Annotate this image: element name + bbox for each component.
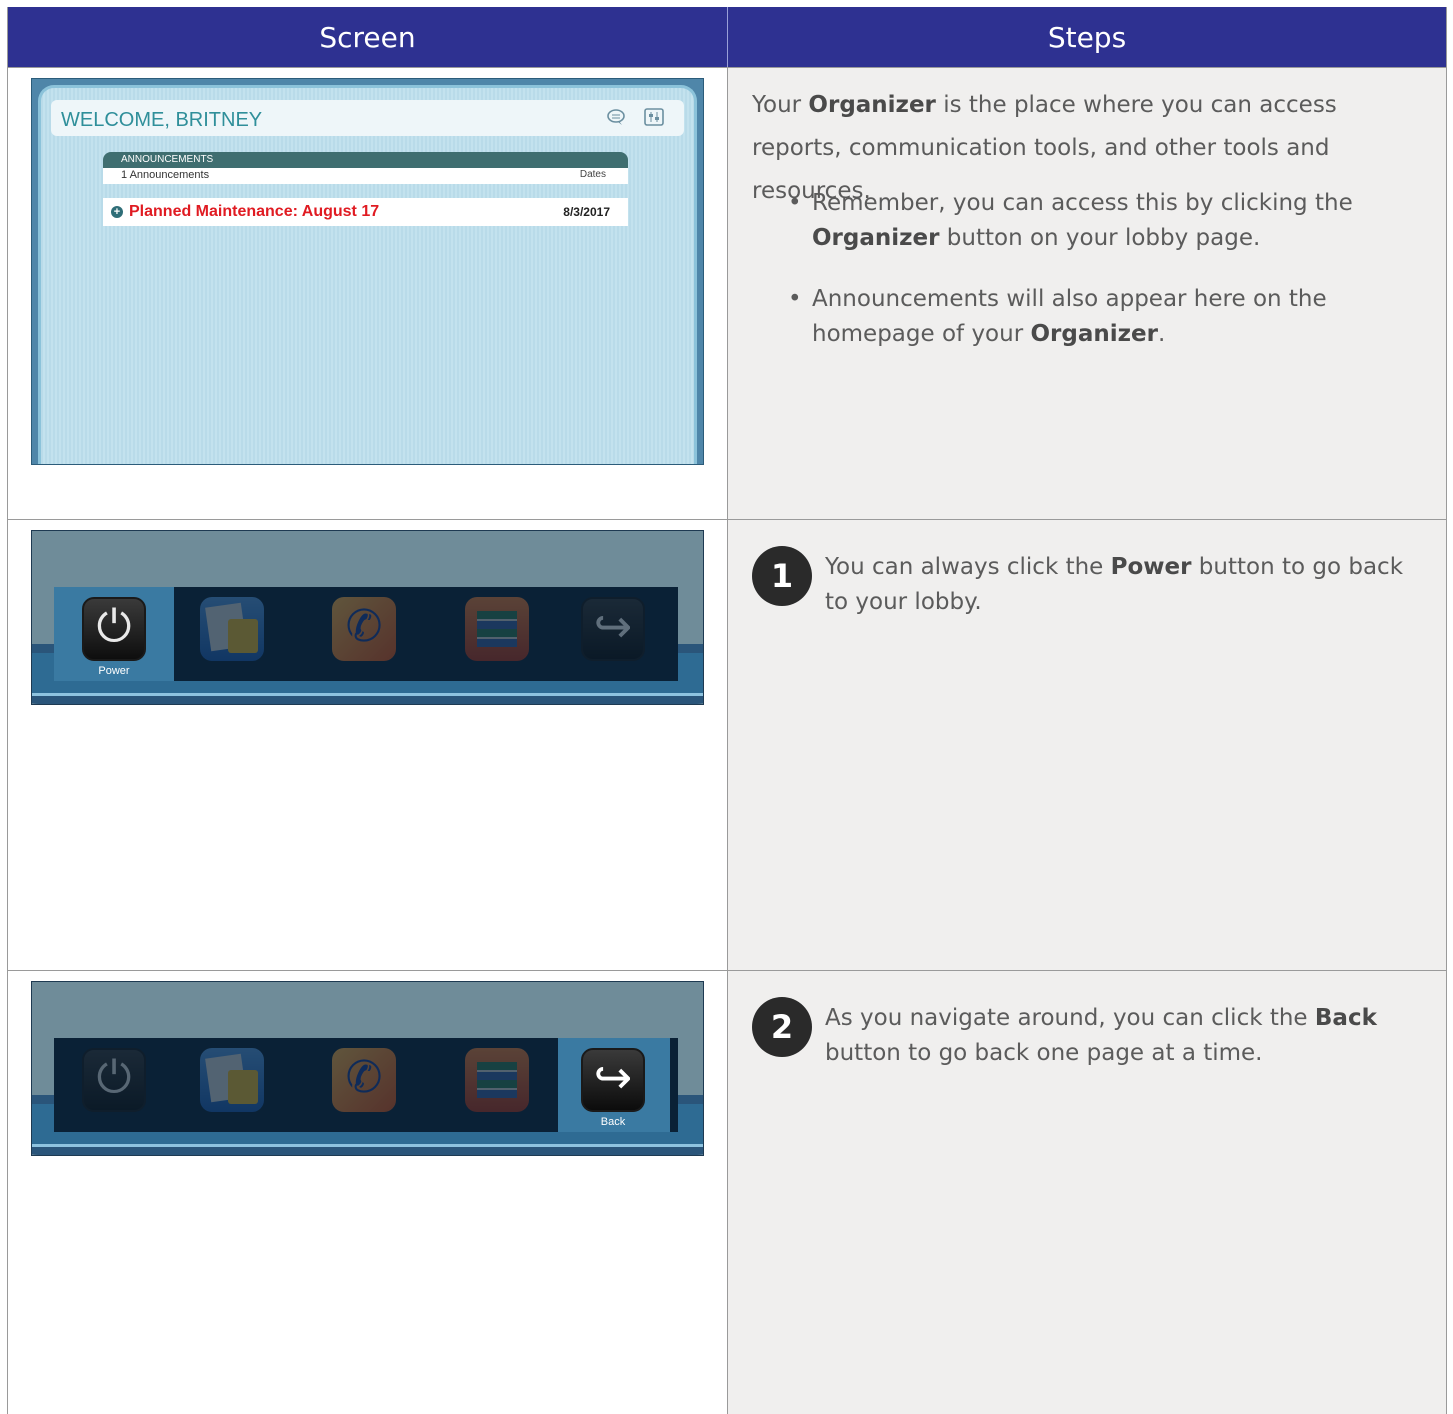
power-button[interactable] bbox=[81, 1048, 147, 1118]
screen-cell: Back bbox=[8, 971, 728, 1414]
back-icon bbox=[581, 1048, 645, 1112]
header-steps: Steps bbox=[1047, 20, 1127, 54]
reports-icon bbox=[200, 597, 264, 661]
screen-cell: WELCOME, BRITNEY ANNOUNCEMENTS 1 Announc… bbox=[8, 68, 728, 519]
announcements-title: ANNOUNCEMENTS bbox=[121, 154, 214, 165]
steps-cell: 1 You can always click the Power button … bbox=[728, 520, 1446, 970]
welcome-bar: WELCOME, BRITNEY bbox=[51, 100, 684, 136]
toolbar-strip: Power bbox=[54, 587, 678, 681]
resources-button[interactable] bbox=[464, 597, 530, 667]
table-row: Power 1 bbox=[8, 519, 1446, 970]
announcements-header: ANNOUNCEMENTS bbox=[103, 152, 628, 168]
steps-cell: 2 As you navigate around, you can click … bbox=[728, 971, 1446, 1414]
organizer-frame: WELCOME, BRITNEY ANNOUNCEMENTS 1 Announc… bbox=[38, 85, 697, 464]
welcome-text: WELCOME, BRITNEY bbox=[61, 109, 263, 131]
step-number: 1 bbox=[752, 546, 812, 606]
power-icon bbox=[82, 597, 146, 661]
reports-icon bbox=[200, 1048, 264, 1112]
chat-icon bbox=[606, 108, 626, 126]
steps-cell: Your Organizer is the place where you ca… bbox=[728, 68, 1446, 519]
header-screen: Screen bbox=[8, 7, 728, 67]
toolbar-screenshot-power: Power bbox=[31, 530, 704, 705]
communication-icon bbox=[332, 597, 396, 661]
settings-icon bbox=[644, 108, 664, 126]
dates-label: Dates bbox=[579, 169, 606, 180]
instruction-table: Screen Steps WELCOME, BRITNEY ANNOUNCEME… bbox=[7, 7, 1447, 1414]
organizer-screenshot: WELCOME, BRITNEY ANNOUNCEMENTS 1 Announc… bbox=[31, 78, 704, 465]
table-row: Back 2 As you navigate around, you can c… bbox=[8, 970, 1446, 1414]
resources-icon bbox=[465, 1048, 529, 1112]
communication-icon bbox=[332, 1048, 396, 1112]
table-row: WELCOME, BRITNEY ANNOUNCEMENTS 1 Announc… bbox=[8, 67, 1446, 519]
bullet-item: Announcements will also appear here on t… bbox=[788, 282, 1408, 352]
step-text: As you navigate around, you can click th… bbox=[825, 1005, 1377, 1066]
resources-button[interactable] bbox=[464, 1048, 530, 1118]
bullet-list: Remember, you can access this by clickin… bbox=[788, 186, 1408, 378]
reports-button[interactable] bbox=[199, 597, 265, 667]
toolbar-screenshot-back: Back bbox=[31, 981, 704, 1156]
back-icon bbox=[581, 597, 645, 661]
bullet-item: Remember, you can access this by clickin… bbox=[788, 186, 1408, 256]
step-number: 2 bbox=[752, 997, 812, 1057]
step-text: You can always click the Power button to… bbox=[825, 554, 1404, 615]
announcements-subheader: 1 Announcements Dates bbox=[103, 168, 628, 184]
back-button[interactable]: Back bbox=[580, 1048, 646, 1128]
communication-button[interactable] bbox=[331, 597, 397, 667]
reports-button[interactable] bbox=[199, 1048, 265, 1118]
power-label: Power bbox=[98, 665, 130, 677]
announcements-count: 1 Announcements bbox=[121, 169, 210, 181]
communication-button[interactable] bbox=[331, 1048, 397, 1118]
power-icon bbox=[82, 1048, 146, 1112]
announcement-item[interactable]: + Planned Maintenance: August 17 8/3/201… bbox=[103, 198, 628, 226]
table-header: Screen Steps bbox=[8, 7, 1446, 67]
announcement-title[interactable]: Planned Maintenance: August 17 bbox=[129, 203, 379, 221]
back-button[interactable] bbox=[580, 597, 646, 667]
back-label: Back bbox=[600, 1116, 626, 1128]
power-button[interactable]: Power bbox=[81, 597, 147, 677]
resources-icon bbox=[465, 597, 529, 661]
screen-cell: Power bbox=[8, 520, 728, 970]
announcement-date: 8/3/2017 bbox=[563, 205, 610, 219]
expand-plus-icon[interactable]: + bbox=[111, 206, 123, 218]
toolbar-strip: Back bbox=[54, 1038, 678, 1132]
